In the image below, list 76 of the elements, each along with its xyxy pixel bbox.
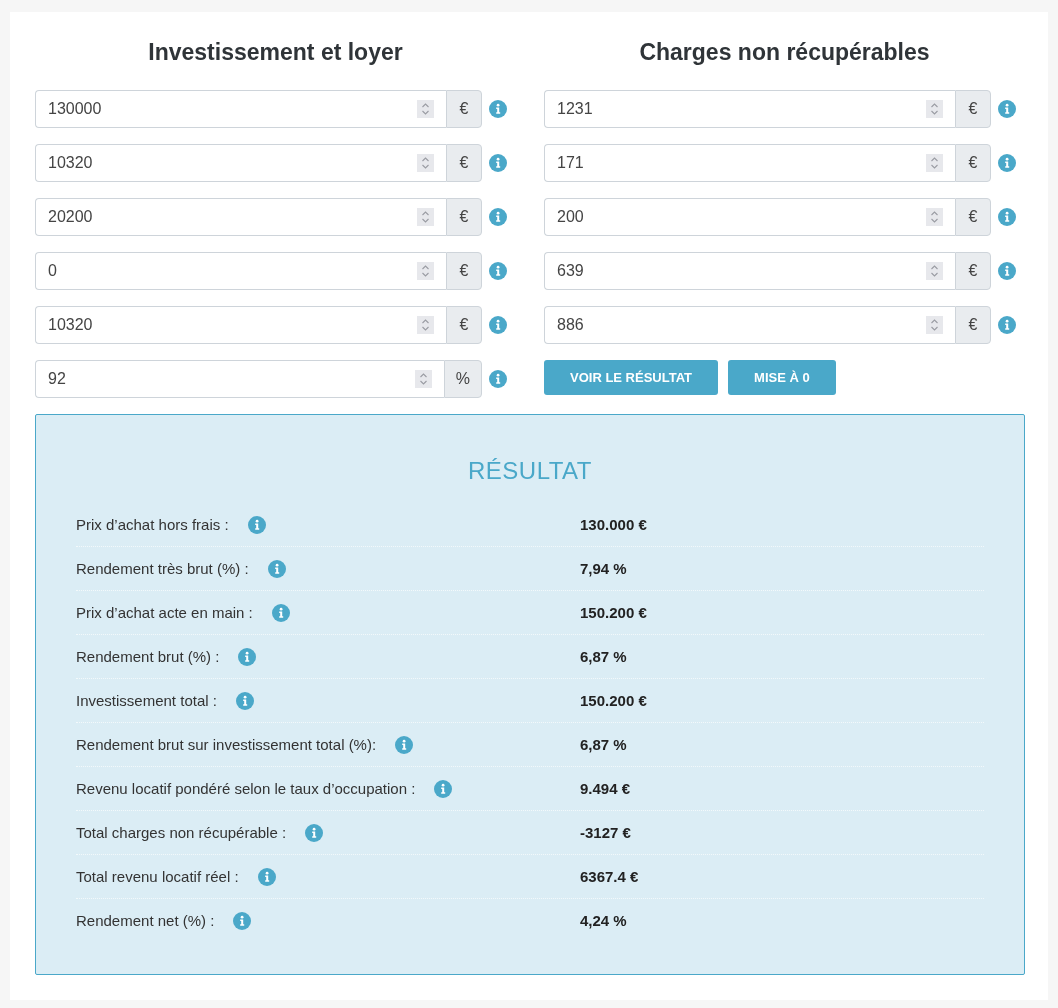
result-title: RÉSULTAT <box>467 456 593 486</box>
result-label: Total charges non récupérable : <box>76 824 287 841</box>
spinner-chevrons-icon[interactable] <box>417 208 434 226</box>
info-icon[interactable] <box>235 691 254 710</box>
info-icon[interactable] <box>305 823 324 842</box>
result-label: Rendement brut (%) : <box>76 648 220 665</box>
result-label: Rendement brut sur investissement total (%): <box>76 736 377 753</box>
info-icon[interactable] <box>489 316 507 334</box>
spinner-chevrons-icon[interactable] <box>417 316 434 334</box>
info-icon[interactable] <box>489 154 507 172</box>
result-value: 6367.4 € <box>580 868 640 885</box>
result-value: 150.200 € <box>580 604 648 621</box>
info-icon[interactable] <box>434 779 453 798</box>
number-input[interactable]: 639 <box>544 252 955 290</box>
result-label: Total revenu locatif réel : <box>76 868 239 885</box>
info-icon[interactable] <box>395 735 414 754</box>
spinner-chevrons-icon[interactable] <box>417 154 434 172</box>
spinner-chevrons-icon[interactable] <box>926 262 943 280</box>
unit-label: € <box>955 144 991 182</box>
info-icon[interactable] <box>998 262 1016 280</box>
section-heading: Investissement et loyer <box>147 38 404 67</box>
result-label: Revenu locatif pondéré selon le taux d’occupation : <box>76 780 416 797</box>
result-value: 4,24 % <box>580 912 628 929</box>
unit-label: € <box>446 198 482 236</box>
result-label: Rendement net (%) : <box>76 912 215 929</box>
result-value: 6,87 % <box>580 648 628 665</box>
spinner-chevrons-icon[interactable] <box>926 154 943 172</box>
result-value: -3127 € <box>580 824 632 841</box>
unit-label: % <box>443 360 482 398</box>
number-input[interactable]: 10320 <box>35 144 446 182</box>
result-label: Prix d’achat hors frais : <box>76 516 229 533</box>
result-value: 7,94 % <box>580 560 628 577</box>
unit-label: € <box>955 306 991 344</box>
number-input[interactable]: 171 <box>544 144 955 182</box>
info-icon[interactable] <box>998 208 1016 226</box>
info-icon[interactable] <box>489 370 507 388</box>
spinner-chevrons-icon[interactable] <box>417 262 434 280</box>
info-icon[interactable] <box>233 911 252 930</box>
info-icon[interactable] <box>247 515 266 534</box>
number-input[interactable]: 92 <box>35 360 444 398</box>
number-input[interactable]: 130000 <box>35 90 446 128</box>
info-icon[interactable] <box>271 603 290 622</box>
info-icon[interactable] <box>257 867 276 886</box>
spinner-chevrons-icon[interactable] <box>926 208 943 226</box>
info-icon[interactable] <box>489 100 507 118</box>
unit-label: € <box>955 252 991 290</box>
number-input[interactable]: 1231 <box>544 90 955 128</box>
result-value: 130.000 € <box>580 516 648 533</box>
number-input[interactable]: 886 <box>544 306 955 344</box>
unit-label: € <box>446 144 482 182</box>
result-label: Prix d’achat acte en main : <box>76 604 253 621</box>
unit-label: € <box>446 252 482 290</box>
number-input[interactable]: 20200 <box>35 198 446 236</box>
info-icon[interactable] <box>489 262 507 280</box>
info-icon[interactable] <box>238 647 257 666</box>
unit-label: € <box>446 306 482 344</box>
result-label: Investissement total : <box>76 692 217 709</box>
info-icon[interactable] <box>998 154 1016 172</box>
info-icon[interactable] <box>489 208 507 226</box>
spinner-chevrons-icon[interactable] <box>926 100 943 118</box>
section-heading: Charges non récupérables <box>638 38 931 67</box>
result-value: 6,87 % <box>580 736 628 753</box>
result-label: Rendement très brut (%) : <box>76 560 249 577</box>
number-input[interactable]: 10320 <box>35 306 446 344</box>
info-icon[interactable] <box>998 100 1016 118</box>
spinner-chevrons-icon[interactable] <box>926 316 943 334</box>
unit-label: € <box>446 90 482 128</box>
result-value: 9.494 € <box>580 780 632 797</box>
unit-label: € <box>955 90 991 128</box>
info-icon[interactable] <box>998 316 1016 334</box>
number-input[interactable]: 0 <box>35 252 446 290</box>
result-value: 150.200 € <box>580 692 648 709</box>
spinner-chevrons-icon[interactable] <box>417 100 434 118</box>
unit-label: € <box>955 198 991 236</box>
info-icon[interactable] <box>267 559 286 578</box>
number-input[interactable]: 200 <box>544 198 955 236</box>
